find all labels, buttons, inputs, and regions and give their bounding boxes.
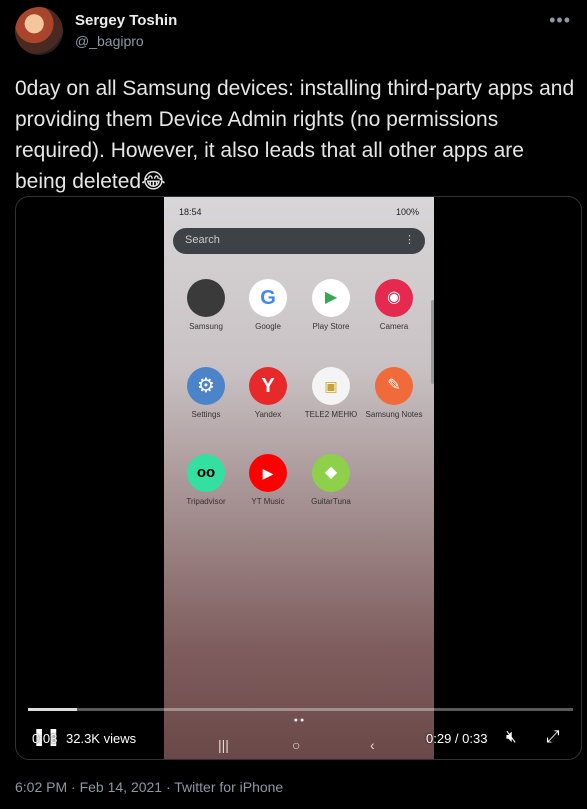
google-icon: G	[249, 279, 287, 317]
app-samsung-notes[interactable]: ✎ Samsung Notes	[362, 367, 426, 420]
app-yandex[interactable]: Y Yandex	[236, 367, 300, 420]
video-progress-bar[interactable]	[28, 708, 573, 711]
search-menu-icon[interactable]: ⋮	[404, 233, 415, 246]
camera-icon: ◉	[375, 279, 413, 317]
scrollbar[interactable]	[431, 300, 434, 384]
mute-icon[interactable]: 🔇︎	[506, 727, 517, 747]
view-count: 32.3K views	[66, 731, 137, 746]
page-indicator: ● ●	[293, 717, 305, 724]
play-store-icon: ▶	[312, 279, 350, 317]
sim-card-icon: ▣	[312, 367, 350, 405]
app-play-store[interactable]: ▶ Play Store	[299, 279, 363, 332]
status-battery: 100%	[395, 207, 419, 217]
app-label: Camera	[379, 322, 409, 331]
app-label: Yandex	[254, 410, 282, 419]
video-progress-fill	[28, 708, 78, 711]
recent-apps-icon: |||	[218, 737, 229, 753]
app-tele2[interactable]: ▣ TELE2 МЕНЮ	[299, 367, 363, 420]
video-time: 0:29 / 0:33	[426, 731, 488, 746]
app-label: TELE2 МЕНЮ	[304, 410, 358, 419]
phone-status-bar: 18:54 100%	[179, 207, 419, 221]
yandex-icon: Y	[249, 367, 287, 405]
home-icon: ○	[292, 737, 301, 753]
tweet-text: 0day on all Samsung devices: installing …	[15, 77, 575, 193]
app-tripadvisor[interactable]: oo Tripadvisor	[174, 454, 238, 507]
phone-screen: 18:54 100% Search ⋮ Samsung G Google ▶ P…	[164, 197, 434, 759]
notes-icon: ✎	[375, 367, 413, 405]
app-google[interactable]: G Google	[236, 279, 300, 332]
search-input[interactable]: Search ⋮	[173, 228, 425, 254]
current-time: 0:03	[32, 731, 58, 746]
avatar[interactable]	[15, 7, 63, 55]
yt-music-icon: ▶	[249, 454, 287, 492]
phone-nav-bar: ||| ○ ‹	[164, 737, 434, 757]
video-player[interactable]: 18:54 100% Search ⋮ Samsung G Google ▶ P…	[15, 196, 582, 760]
fullscreen-icon[interactable]: ⤢	[546, 727, 560, 747]
app-guitartuna[interactable]: ◆ GuitarTuna	[299, 454, 363, 507]
owl-icon: oo	[187, 454, 225, 492]
app-label: Settings	[191, 410, 221, 419]
gear-icon: ⚙	[187, 367, 225, 405]
app-label: Play Store	[312, 322, 350, 331]
back-icon: ‹	[370, 737, 375, 753]
status-time: 18:54	[179, 207, 202, 217]
app-label: GuitarTuna	[311, 497, 351, 506]
samsung-folder-icon	[187, 279, 225, 317]
author-name[interactable]: Sergey Toshin	[75, 12, 177, 29]
app-label: Tripadvisor	[186, 497, 226, 506]
more-options-icon[interactable]: •••	[549, 10, 571, 31]
app-label: YT Music	[251, 497, 285, 506]
app-label: Samsung	[189, 322, 223, 331]
app-label: Google	[255, 322, 281, 331]
app-samsung[interactable]: Samsung	[174, 279, 238, 332]
app-settings[interactable]: ⚙ Settings	[174, 367, 238, 420]
app-yt-music[interactable]: ▶ YT Music	[236, 454, 300, 507]
search-placeholder: Search	[185, 234, 220, 246]
app-label: Samsung Notes	[365, 410, 423, 419]
author-handle[interactable]: @_bagipro	[75, 33, 144, 49]
app-camera[interactable]: ◉ Camera	[362, 279, 426, 332]
guitartuna-icon: ◆	[312, 454, 350, 492]
tweet-metadata: 6:02 PM · Feb 14, 2021 · Twitter for iPh…	[15, 779, 284, 795]
